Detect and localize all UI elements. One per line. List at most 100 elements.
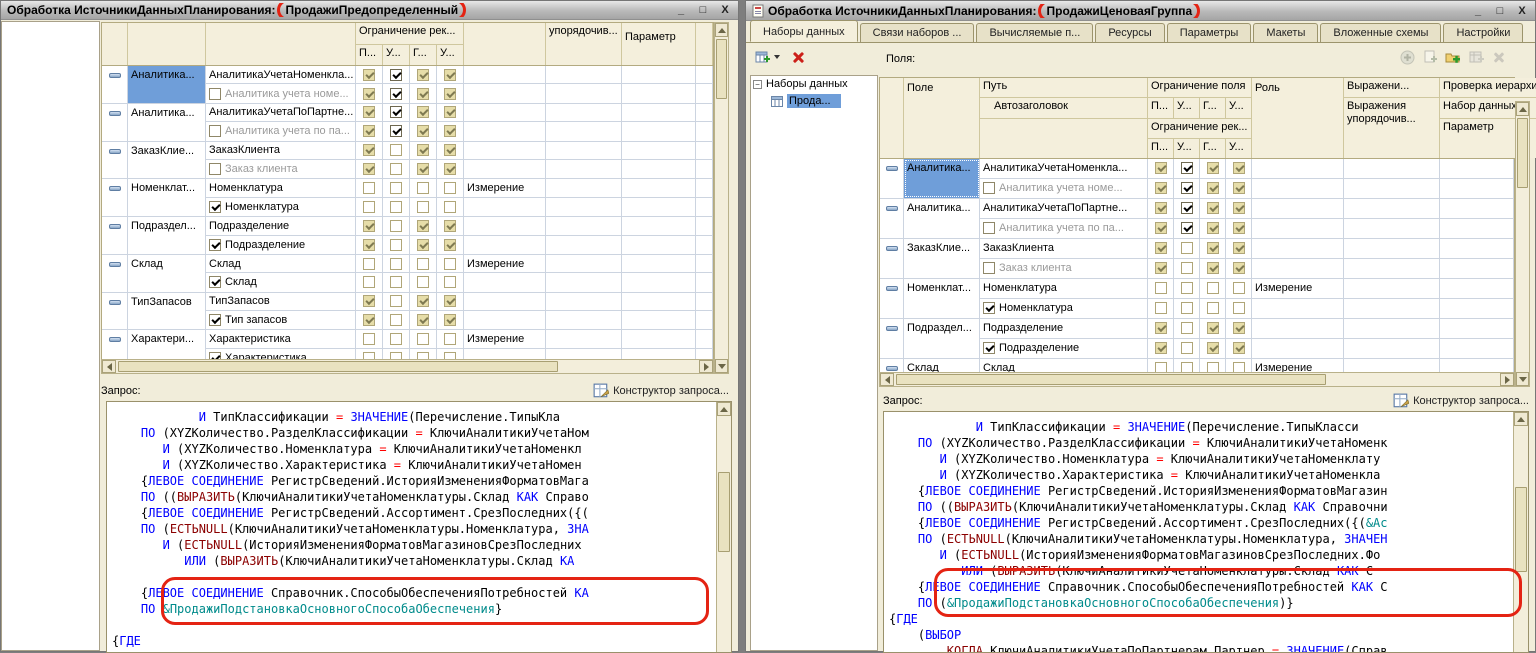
col-ordering[interactable]: упорядочив... xyxy=(546,23,622,65)
empty-cell[interactable] xyxy=(622,273,696,291)
restriction-checkbox[interactable] xyxy=(417,182,429,194)
scroll-down-icon[interactable] xyxy=(715,359,728,373)
empty-cell[interactable] xyxy=(546,66,622,83)
scroll-left-icon[interactable] xyxy=(880,373,894,386)
datasets-tree-panel[interactable] xyxy=(1,21,100,651)
col-p[interactable]: П... xyxy=(1148,139,1174,158)
use-checkbox[interactable] xyxy=(209,201,221,213)
minimize-button[interactable]: _ xyxy=(1471,5,1485,17)
empty-cell[interactable] xyxy=(696,179,713,196)
restriction-checkbox[interactable] xyxy=(444,295,456,307)
restriction-checkbox[interactable] xyxy=(1155,302,1167,314)
field-group[interactable]: СкладСкладИзмерениеСклад xyxy=(102,255,713,293)
restriction-checkbox[interactable] xyxy=(417,352,429,359)
restriction-checkbox[interactable] xyxy=(1207,262,1219,274)
tab-3[interactable]: Ресурсы xyxy=(1095,23,1164,42)
use-checkbox[interactable] xyxy=(209,239,221,251)
col-u1[interactable]: У... xyxy=(1174,139,1200,158)
titlebar[interactable]: Обработка ИсточникиДанныхПланирования: П… xyxy=(746,1,1535,21)
empty-cell[interactable] xyxy=(1440,159,1514,178)
col-u2[interactable]: У... xyxy=(437,45,464,65)
restriction-checkbox[interactable] xyxy=(417,69,429,81)
restriction-checkbox[interactable] xyxy=(390,220,402,232)
hscroll-thumb[interactable] xyxy=(118,361,558,372)
field-name-cell[interactable]: Склад xyxy=(904,359,980,372)
restriction-checkbox[interactable] xyxy=(417,163,429,175)
col-p[interactable]: П... xyxy=(1148,98,1174,119)
empty-cell[interactable] xyxy=(1344,319,1440,338)
restriction-checkbox[interactable] xyxy=(363,163,375,175)
restriction-checkbox[interactable] xyxy=(390,106,402,118)
role-cell[interactable] xyxy=(464,217,546,234)
restriction-checkbox[interactable] xyxy=(444,352,456,359)
field-main-row[interactable]: НоменклатураИзмерение xyxy=(206,179,713,197)
restriction-checkbox[interactable] xyxy=(1233,342,1245,354)
empty-cell[interactable] xyxy=(622,84,696,102)
field-group[interactable]: ЗаказКлие...ЗаказКлиентаЗаказ клиента xyxy=(880,239,1514,279)
restriction-checkbox[interactable] xyxy=(363,276,375,288)
use-checkbox[interactable] xyxy=(983,262,995,274)
empty-cell[interactable] xyxy=(622,349,696,359)
field-name-cell[interactable]: Номенклат... xyxy=(128,179,206,216)
vscroll-thumb[interactable] xyxy=(1517,118,1528,188)
attribute-sub-row[interactable]: Подразделение xyxy=(980,339,1514,359)
restriction-checkbox[interactable] xyxy=(1207,162,1219,174)
restriction-checkbox[interactable] xyxy=(390,144,402,156)
empty-cell[interactable] xyxy=(622,160,696,178)
empty-cell[interactable] xyxy=(696,349,713,359)
restriction-checkbox[interactable] xyxy=(1155,202,1167,214)
empty-cell[interactable] xyxy=(546,236,622,254)
field-main-row[interactable]: ЗаказКлиента xyxy=(980,239,1514,259)
role-cell[interactable] xyxy=(464,198,546,216)
tab-7[interactable]: Настройки xyxy=(1443,23,1523,42)
role-cell[interactable] xyxy=(464,104,546,121)
restriction-checkbox[interactable] xyxy=(363,182,375,194)
restriction-checkbox[interactable] xyxy=(417,220,429,232)
maximize-button[interactable]: □ xyxy=(1493,5,1507,17)
scroll-down-icon[interactable] xyxy=(1516,372,1529,386)
field-name-cell[interactable]: Аналитика... xyxy=(128,104,206,141)
restriction-checkbox[interactable] xyxy=(390,239,402,251)
role-cell[interactable] xyxy=(1252,319,1344,338)
field-name-cell[interactable]: Склад xyxy=(128,255,206,292)
col-u1[interactable]: У... xyxy=(383,45,410,65)
field-group[interactable]: Номенклат...НоменклатураИзмерениеНоменкл… xyxy=(880,279,1514,319)
col-u2[interactable]: У... xyxy=(1226,139,1252,158)
table-vscrollbar[interactable] xyxy=(1515,101,1530,387)
field-name-cell[interactable]: Подраздел... xyxy=(904,319,980,358)
restriction-checkbox[interactable] xyxy=(1181,322,1193,334)
empty-cell[interactable] xyxy=(622,311,696,329)
vscroll-thumb[interactable] xyxy=(718,472,730,552)
restriction-checkbox[interactable] xyxy=(1155,262,1167,274)
empty-cell[interactable] xyxy=(696,293,713,310)
restriction-checkbox[interactable] xyxy=(444,69,456,81)
field-main-row[interactable]: НоменклатураИзмерение xyxy=(980,279,1514,299)
restriction-checkbox[interactable] xyxy=(1181,362,1193,372)
field-name-cell[interactable]: Номенклат... xyxy=(904,279,980,318)
field-group[interactable]: Аналитика...АналитикаУчетаНоменкла...Ана… xyxy=(102,66,713,104)
field-main-row[interactable]: ТипЗапасов xyxy=(206,293,713,311)
restriction-checkbox[interactable] xyxy=(417,125,429,137)
col-field-restriction[interactable]: Ограничение поля xyxy=(1148,78,1252,98)
restriction-checkbox[interactable] xyxy=(1155,162,1167,174)
empty-cell[interactable] xyxy=(696,160,713,178)
empty-cell[interactable] xyxy=(1344,219,1440,239)
restriction-checkbox[interactable] xyxy=(390,182,402,194)
empty-cell[interactable] xyxy=(696,311,713,329)
scroll-right-icon[interactable] xyxy=(1500,373,1514,386)
field-main-row[interactable]: СкладИзмерение xyxy=(980,359,1514,372)
restriction-checkbox[interactable] xyxy=(1155,182,1167,194)
restriction-checkbox[interactable] xyxy=(390,295,402,307)
fields-table[interactable]: Аналитика...АналитикаУчетаНоменкла...Ана… xyxy=(101,66,714,359)
empty-cell[interactable] xyxy=(546,142,622,159)
field-main-row[interactable]: АналитикаУчетаНоменкла... xyxy=(206,66,713,84)
empty-cell[interactable] xyxy=(696,104,713,121)
field-group[interactable]: Подраздел...ПодразделениеПодразделение xyxy=(102,217,713,255)
restriction-checkbox[interactable] xyxy=(417,295,429,307)
restriction-checkbox[interactable] xyxy=(1155,242,1167,254)
empty-cell[interactable] xyxy=(546,217,622,234)
col-parameter[interactable]: Параметр xyxy=(622,23,696,65)
restriction-checkbox[interactable] xyxy=(363,201,375,213)
attribute-sub-row[interactable]: Склад xyxy=(206,273,713,291)
col-autoheader[interactable]: Автозаголовок xyxy=(980,98,1148,119)
